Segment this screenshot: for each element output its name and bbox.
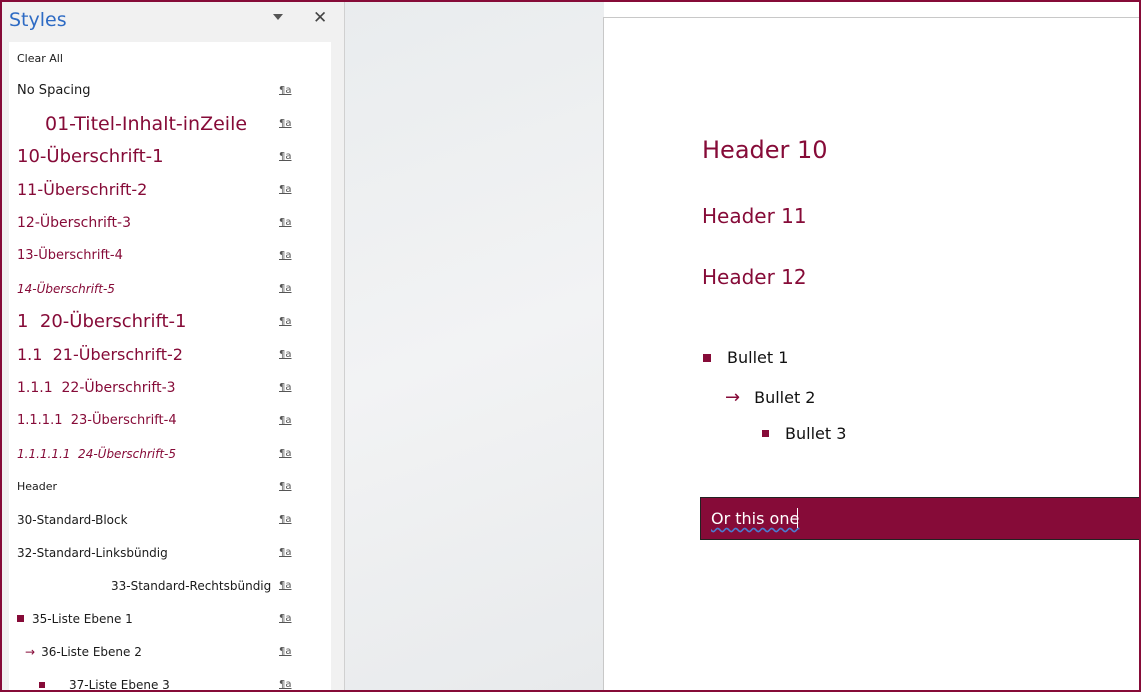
style-item-20-ueberschrift-1[interactable]: 1 20-Überschrift-1 ¶a [9,305,331,338]
style-item-label: 12-Überschrift-3 [17,214,132,231]
style-item-row: → 36-Liste Ebene 2 [25,645,142,659]
text-cursor [797,508,798,528]
style-item-label: 13-Überschrift-4 [17,248,123,263]
doc-bullet-text: Bullet 2 [754,388,816,407]
style-item-label: 1.1.1.1.1 24-Überschrift-5 [17,446,176,461]
style-item-standard-rechtsbuendig[interactable]: 33-Standard-Rechtsbündig ¶a [9,569,331,602]
paragraph-style-icon: ¶a [279,646,292,657]
style-item-label: 1.1.1 22-Überschrift-3 [17,379,176,396]
doc-bullet-2[interactable]: → Bullet 2 [725,387,815,408]
paragraph-style-icon: ¶a [279,184,292,195]
style-item-label: 32-Standard-Linksbündig [17,545,168,560]
doc-header-12[interactable]: Header 12 [702,265,807,289]
paragraph-style-icon: ¶a [279,151,292,162]
style-item-label: 36-Liste Ebene 2 [41,644,142,659]
paragraph-style-icon: ¶a [279,580,292,591]
paragraph-style-icon: ¶a [279,382,292,393]
style-item-header[interactable]: Header ¶a [9,470,331,503]
style-item-24-ueberschrift-5[interactable]: 1.1.1.1.1 24-Überschrift-5 ¶a [9,437,331,470]
square-bullet-icon [17,615,24,622]
paragraph-style-icon: ¶a [279,448,292,459]
doc-bullet-text: Bullet 1 [727,348,789,367]
style-item-22-ueberschrift-3[interactable]: 1.1.1 22-Überschrift-3 ¶a [9,371,331,404]
square-bullet-icon [762,430,769,437]
style-item-label: 1.1 21-Überschrift-2 [17,345,183,364]
style-item-liste-ebene-1[interactable]: 35-Liste Ebene 1 ¶a [9,602,331,635]
paragraph-style-icon: ¶a [279,118,292,129]
style-item-21-ueberschrift-2[interactable]: 1.1 21-Überschrift-2 ¶a [9,338,331,371]
style-item-row: 35-Liste Ebene 1 [17,612,133,626]
style-item-ueberschrift-5[interactable]: 14-Überschrift-5 ¶a [9,272,331,305]
paragraph-style-icon: ¶a [279,613,292,624]
style-item-liste-ebene-3[interactable]: 37-Liste Ebene 3 ¶a [9,668,331,692]
paragraph-style-icon: ¶a [279,415,292,426]
style-item-label: 14-Überschrift-5 [17,281,115,296]
square-bullet-icon [703,353,711,362]
paragraph-style-icon: ¶a [279,217,292,228]
paragraph-style-icon: ¶a [279,514,292,525]
doc-bullet-1[interactable]: Bullet 1 [703,348,788,367]
style-item-liste-ebene-2[interactable]: → 36-Liste Ebene 2 ¶a [9,635,331,668]
paragraph-style-icon: ¶a [279,547,292,558]
highlight-paragraph[interactable]: Or this one [700,497,1141,540]
style-item-label: 33-Standard-Rechtsbündig [111,578,272,593]
doc-bullet-text: Bullet 3 [785,424,847,443]
style-item-label: 01-Titel-Inhalt-inZeile [45,112,248,135]
document-page[interactable]: Header 10 Header 11 Header 12 Bullet 1 →… [603,17,1141,692]
style-item-standard-linksbuendig[interactable]: 32-Standard-Linksbündig ¶a [9,536,331,569]
style-item-ueberschrift-4[interactable]: 13-Überschrift-4 ¶a [9,239,331,272]
paragraph-style-icon: ¶a [279,250,292,261]
style-item-standard-block[interactable]: 30-Standard-Block ¶a [9,503,331,536]
style-item-row: 37-Liste Ebene 3 [39,678,170,692]
style-item-label: Header [17,480,58,493]
paragraph-style-icon: ¶a [279,283,292,294]
arrow-right-icon: → [725,387,741,408]
pane-title: Styles [9,9,67,31]
arrow-right-icon: → [25,644,36,659]
doc-header-10[interactable]: Header 10 [702,136,828,164]
highlight-text: Or this one [711,509,800,528]
doc-bullet-3[interactable]: Bullet 3 [762,424,846,443]
style-item-label: No Spacing [17,83,91,98]
style-item-label: 37-Liste Ebene 3 [69,677,170,692]
square-bullet-icon [39,681,45,688]
style-item-ueberschrift-1[interactable]: 10-Überschrift-1 ¶a [9,140,331,173]
paragraph-style-icon: ¶a [279,481,292,492]
style-item-label: 1.1.1.1 23-Überschrift-4 [17,413,177,428]
paragraph-style-icon: ¶a [279,679,292,690]
style-item-label: Clear All [17,52,63,65]
document-gutter [345,0,604,692]
style-item-label: 30-Standard-Block [17,512,128,527]
style-item-label: 1 20-Überschrift-1 [17,311,187,332]
style-item-no-spacing[interactable]: No Spacing ¶a [9,74,331,107]
style-item-clear-all[interactable]: Clear All [9,42,331,75]
style-item-23-ueberschrift-4[interactable]: 1.1.1.1 23-Überschrift-4 ¶a [9,404,331,437]
style-item-label: 10-Überschrift-1 [17,146,164,167]
style-item-label: 35-Liste Ebene 1 [32,611,133,626]
style-item-label: 11-Überschrift-2 [17,180,148,199]
paragraph-style-icon: ¶a [279,85,292,96]
style-item-ueberschrift-2[interactable]: 11-Überschrift-2 ¶a [9,173,331,206]
styles-list: Clear All No Spacing ¶a 01-Titel-Inhalt-… [9,42,331,692]
style-item-ueberschrift-3[interactable]: 12-Überschrift-3 ¶a [9,206,331,239]
style-item-titel-inhalt[interactable]: 01-Titel-Inhalt-inZeile ¶a [9,107,331,140]
doc-header-11[interactable]: Header 11 [702,204,807,228]
close-icon[interactable]: ✕ [313,8,327,28]
styles-pane: Styles ✕ Clear All No Spacing ¶a 01-Tite… [0,0,344,692]
paragraph-style-icon: ¶a [279,349,292,360]
chevron-down-icon[interactable] [273,14,283,20]
paragraph-style-icon: ¶a [279,316,292,327]
